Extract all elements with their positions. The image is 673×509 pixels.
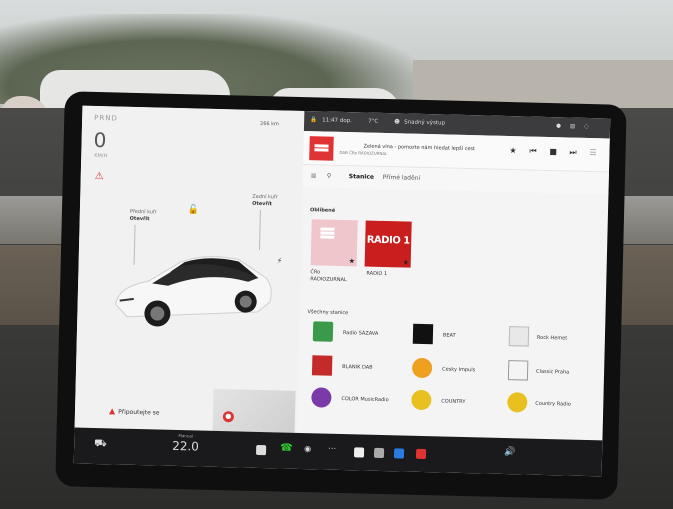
touchscreen: PRND 0 KM/H ⚠ Přední kufr Otevřít 🔓 Zadn… [73, 105, 611, 477]
station-icon[interactable] [508, 326, 530, 347]
equalizer-icon[interactable]: ☰ [589, 148, 596, 157]
favorite-label: RADIO 1 [366, 270, 388, 278]
next-icon[interactable]: ⏭ [569, 148, 576, 158]
car-status-panel: PRND 0 KM/H ⚠ Přední kufr Otevřít 🔓 Zadn… [74, 105, 305, 433]
camera-app-icon[interactable]: ◉ [304, 444, 311, 453]
favorite-star-icon[interactable]: ★ [349, 257, 355, 265]
favorite-label: ČRo RADIOZURNAL [310, 269, 347, 284]
gear-selector: PRND [94, 113, 118, 123]
station-name[interactable]: BLANIK DAB [342, 364, 373, 371]
station-name[interactable]: COUNTRY [441, 398, 465, 405]
dashcam-app-icon[interactable] [255, 444, 267, 456]
bluetooth-app-icon[interactable] [393, 448, 405, 459]
notes-app-icon[interactable] [353, 447, 365, 458]
calendar-app-icon[interactable] [373, 447, 385, 459]
station-icon[interactable] [507, 392, 528, 413]
tab-stations[interactable]: Stanice [349, 173, 374, 181]
outside-temperature: 7°C [368, 118, 379, 125]
wifi-icon: ◌ [584, 123, 589, 130]
range-readout: 266 km [259, 120, 280, 128]
all-stations-heading: Všechny stanice [307, 309, 349, 317]
station-icon[interactable] [311, 387, 332, 408]
search-icon[interactable]: ⚲ [327, 173, 332, 180]
station-name[interactable]: Rock Hemet [537, 335, 567, 342]
lock-status-icon[interactable]: 🔒 [310, 117, 317, 123]
station-icon[interactable] [311, 355, 333, 376]
seatbelt-warning: ▲ Připoutejte se [109, 406, 160, 416]
station-name[interactable]: BEAT [443, 332, 456, 338]
lock-icon[interactable]: 🔓 [188, 205, 199, 215]
station-icon[interactable] [412, 323, 434, 345]
speed-unit: KM/H [94, 152, 108, 160]
seatbelt-warning-text: Připoutejte se [118, 408, 160, 417]
stop-icon[interactable]: ■ [549, 147, 557, 156]
front-trunk-control[interactable]: Přední kufr Otevřít [130, 209, 157, 224]
station-name[interactable]: Country Radio [535, 401, 571, 408]
station-icon[interactable] [411, 357, 433, 379]
climate-label: Manual [178, 433, 194, 439]
profile-icon[interactable]: ☻ [394, 119, 400, 125]
station-icon[interactable] [507, 360, 529, 381]
car-model-image [115, 256, 272, 327]
clock: 11:47 dop. [322, 117, 352, 125]
favorites-heading: Oblíbené [309, 207, 336, 214]
favorite-star-icon[interactable]: ★ [509, 146, 516, 155]
previous-icon[interactable]: ⏮ [529, 147, 536, 157]
bluetooth-icon[interactable]: ● [556, 123, 561, 129]
music-app-icon[interactable] [415, 448, 427, 460]
tab-direct-tuning[interactable]: Přímé ladění [383, 174, 421, 182]
station-name[interactable]: Radio SÁZAVA [343, 330, 379, 337]
station-name[interactable]: COLOR MusicRadio [341, 396, 388, 403]
volume-icon[interactable]: 🔊 [504, 447, 515, 457]
car-icon[interactable]: ⛟ [94, 438, 107, 451]
station-name: DAB ČRo RADIOZURNAL [339, 149, 388, 157]
station-icon[interactable] [312, 321, 334, 342]
signal-icon: ▧ [570, 123, 576, 130]
front-trunk-state: Otevřít [129, 215, 150, 223]
more-apps-icon[interactable]: ⋯ [328, 444, 336, 453]
station-logo [309, 136, 334, 161]
favorite-star-icon[interactable]: ★ [403, 258, 409, 266]
warning-icon: ▲ [108, 406, 116, 416]
station-name[interactable]: Cesky Impuls [442, 366, 475, 373]
driver-profile[interactable]: Snadný výstup [404, 119, 445, 126]
seatbelt-icon: ⚠ [94, 170, 104, 183]
station-icon[interactable] [411, 389, 432, 411]
charge-port-icon[interactable]: ⚡ [277, 256, 283, 265]
library-icon[interactable]: ▦ [311, 172, 317, 179]
station-name[interactable]: Classic Praha [536, 369, 569, 376]
rear-trunk-state: Otevřít [252, 200, 273, 208]
rear-trunk-control[interactable]: Zadní kufr Otevřít [252, 194, 278, 209]
cabin-temperature[interactable]: 22.0 [172, 439, 199, 454]
phone-icon[interactable]: ☎ [280, 443, 293, 454]
speed-readout: 0 [93, 127, 107, 153]
